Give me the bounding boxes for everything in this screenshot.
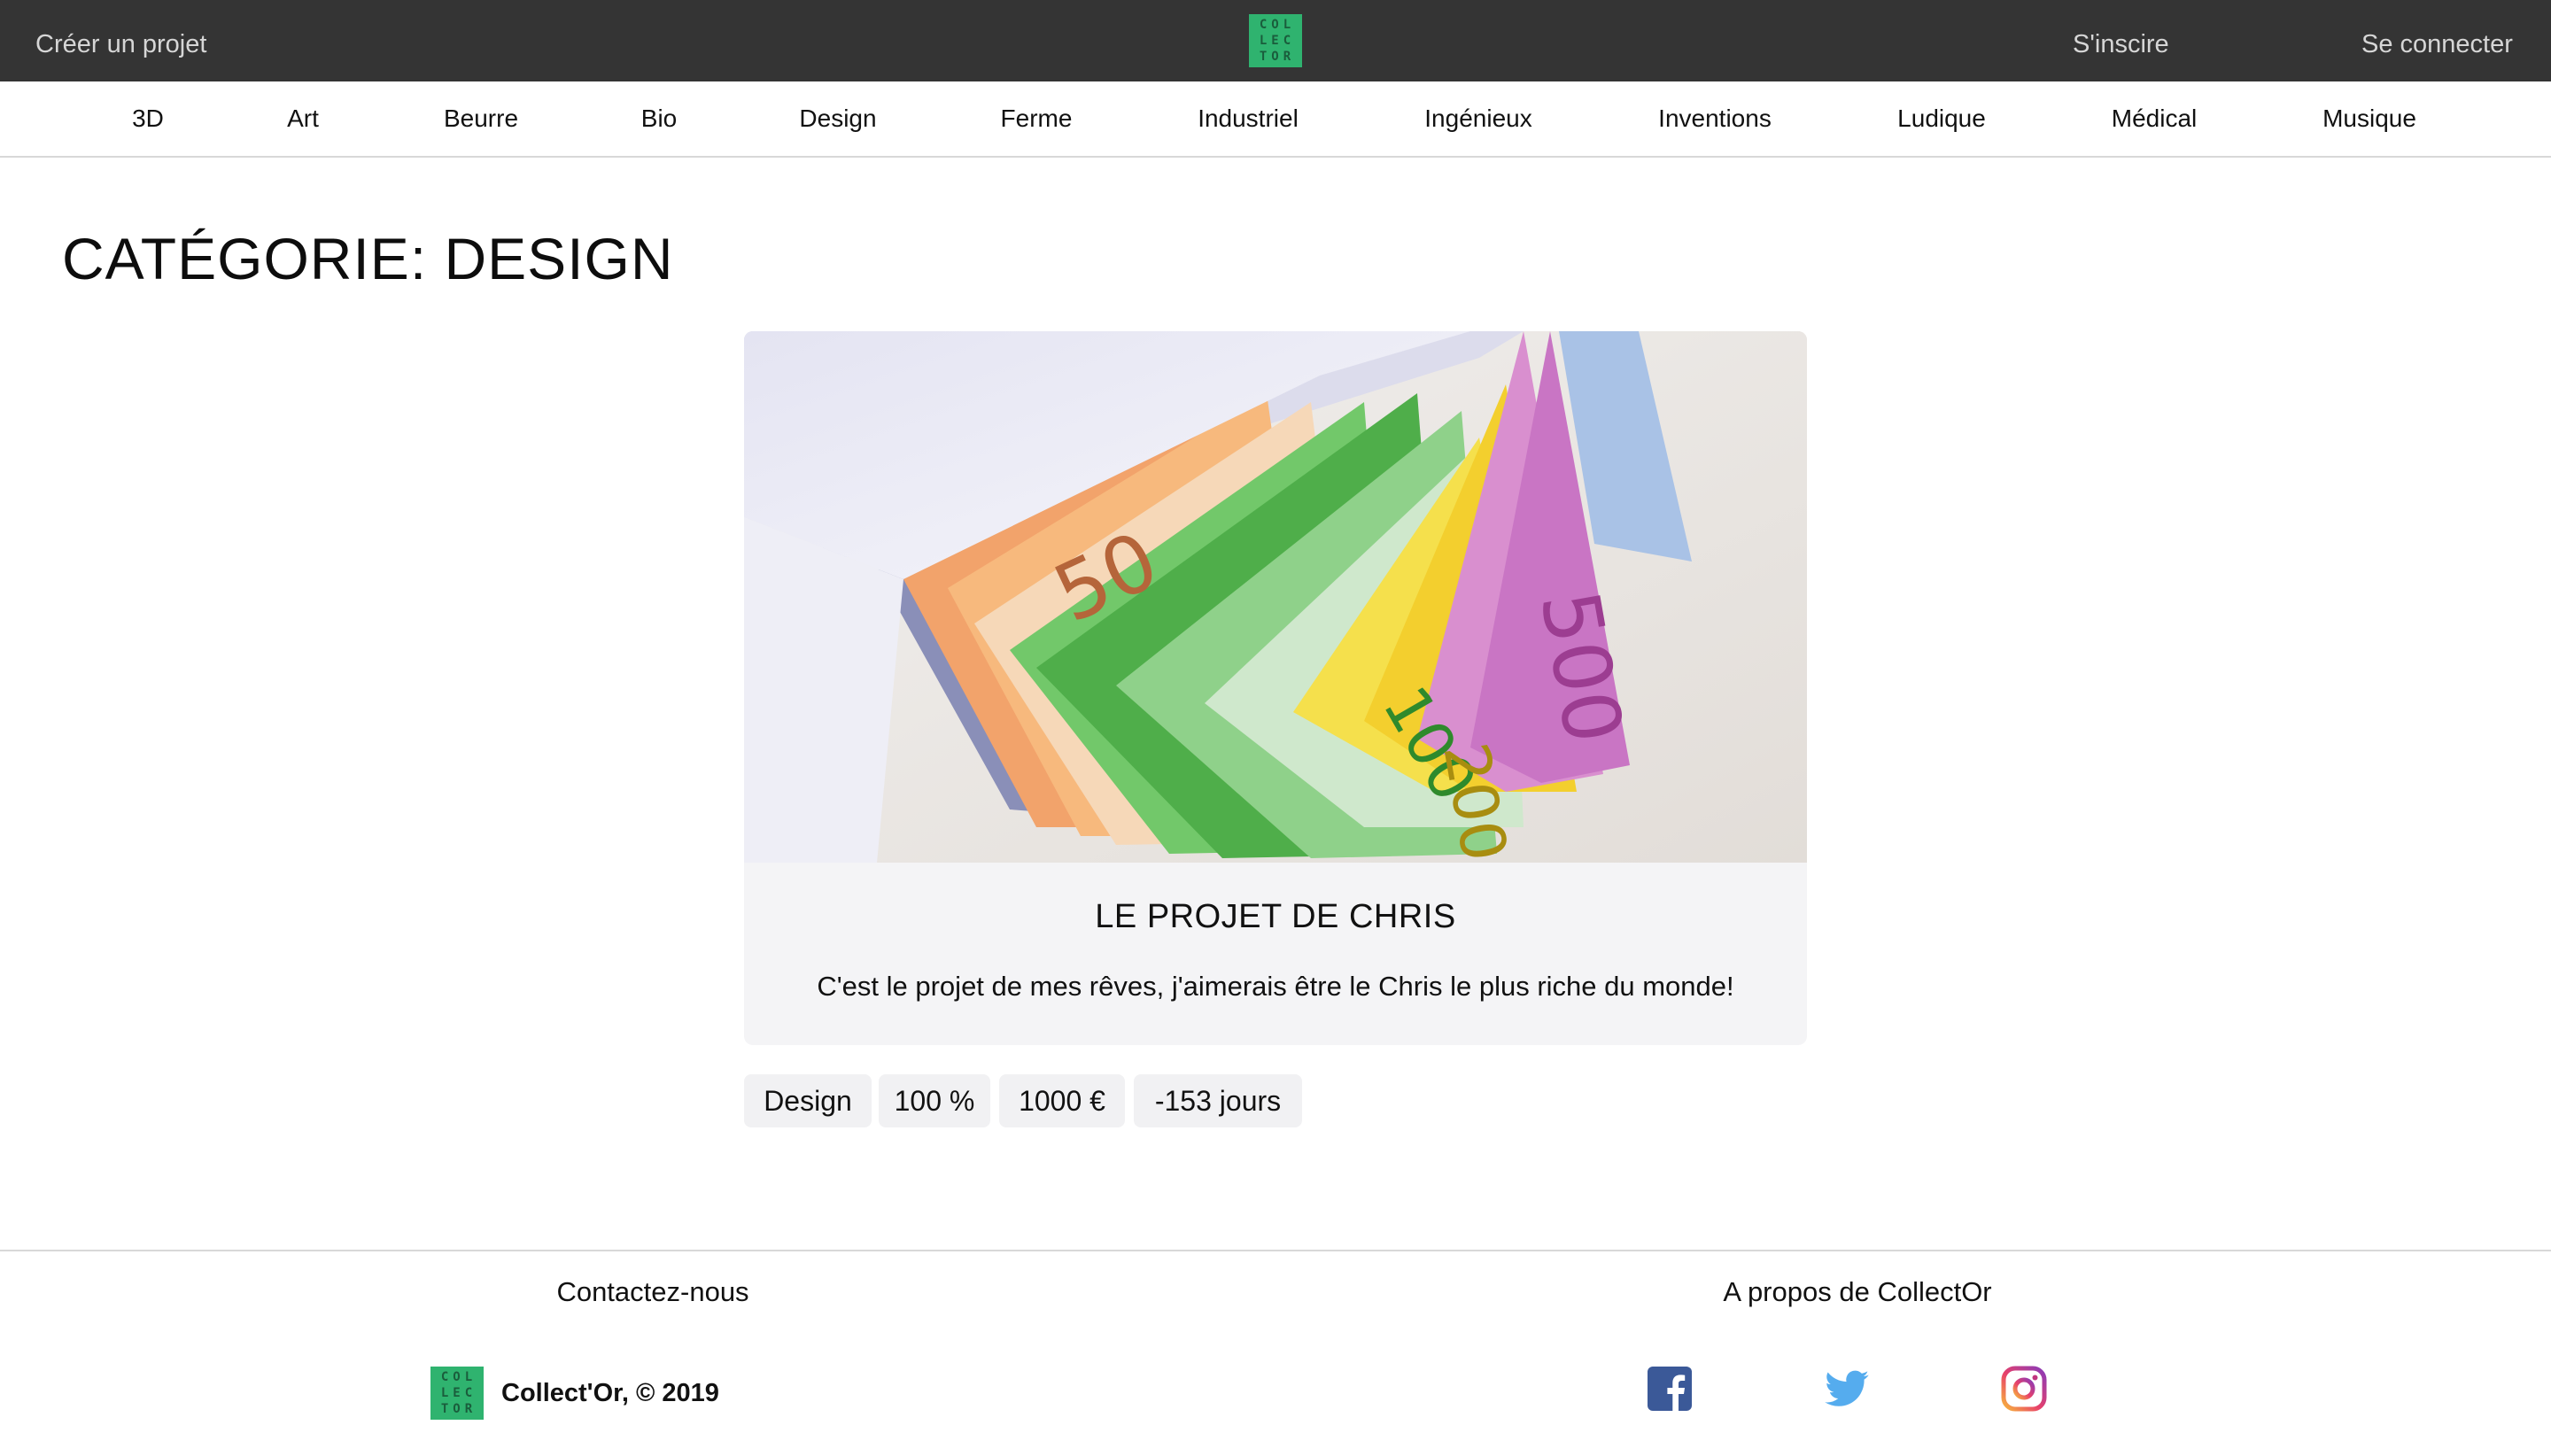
top-navbar: Créer un projet COL LEC TOR S'inscire Se… — [0, 0, 2551, 81]
logo-line: LEC — [440, 1386, 477, 1400]
category-link-ferme[interactable]: Ferme — [1001, 81, 1073, 156]
category-link-ingenieux[interactable]: Ingénieux — [1424, 81, 1531, 156]
logo-line: LEC — [1259, 34, 1296, 48]
footer-logo: COL LEC TOR — [430, 1367, 484, 1420]
login-link[interactable]: Se connecter — [2361, 0, 2513, 81]
project-title[interactable]: LE PROJET DE CHRIS — [744, 898, 1807, 936]
logo-line: TOR — [1259, 50, 1296, 64]
collector-logo[interactable]: COL LEC TOR — [1249, 14, 1302, 67]
about-link[interactable]: A propos de CollectOr — [1723, 1276, 1991, 1308]
tag-goal-amount: 1000 € — [999, 1074, 1125, 1127]
tag-category: Design — [744, 1074, 872, 1127]
category-link-inventions[interactable]: Inventions — [1658, 81, 1772, 156]
footer: Contactez-nous A propos de CollectOr COL… — [0, 1250, 2551, 1456]
category-link-ludique[interactable]: Ludique — [1897, 81, 1986, 156]
category-link-medical[interactable]: Médical — [2112, 81, 2197, 156]
project-card[interactable]: 50 500 100 200 LE PROJET DE CHRIS C'est … — [744, 331, 1807, 1045]
category-link-design[interactable]: Design — [799, 81, 876, 156]
signup-link[interactable]: S'inscire — [2073, 0, 2169, 81]
tag-days-remaining: -153 jours — [1134, 1074, 1302, 1127]
project-image: 50 500 100 200 — [744, 331, 1807, 863]
logo-line: TOR — [440, 1402, 477, 1416]
instagram-icon[interactable] — [2000, 1365, 2048, 1413]
contact-link[interactable]: Contactez-nous — [556, 1276, 748, 1308]
project-description: C'est le projet de mes rêves, j'aimerais… — [817, 971, 1734, 1002]
category-link-bio[interactable]: Bio — [641, 81, 677, 156]
tag-progress: 100 % — [879, 1074, 990, 1127]
create-project-link[interactable]: Créer un projet — [35, 0, 206, 81]
page-title: CATÉGORIE: DESIGN — [62, 226, 674, 291]
facebook-icon[interactable] — [1646, 1365, 1694, 1413]
category-link-beurre[interactable]: Beurre — [444, 81, 518, 156]
logo-line: COL — [1259, 18, 1296, 32]
category-link-art[interactable]: Art — [287, 81, 319, 156]
category-link-industriel[interactable]: Industriel — [1198, 81, 1299, 156]
category-link-musique[interactable]: Musique — [2322, 81, 2416, 156]
twitter-icon[interactable] — [1823, 1365, 1871, 1413]
logo-line: COL — [440, 1370, 477, 1384]
category-nav: 3D Art Beurre Bio Design Ferme Industrie… — [0, 81, 2551, 158]
copyright-text: Collect'Or, © 2019 — [501, 1379, 719, 1407]
category-link-3d[interactable]: 3D — [132, 81, 164, 156]
